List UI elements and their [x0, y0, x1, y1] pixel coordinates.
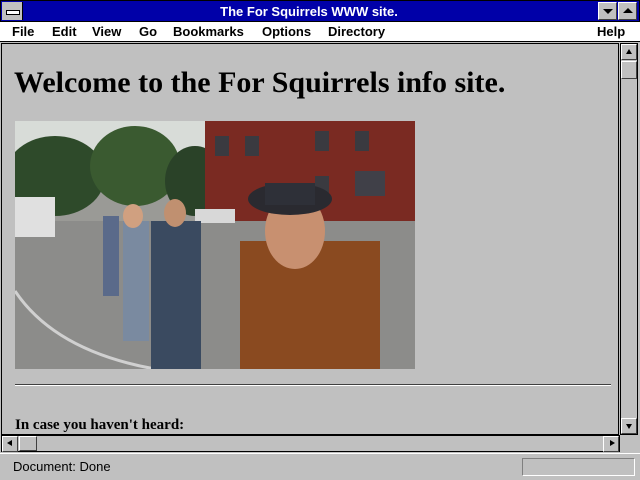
- menu-go[interactable]: Go: [139, 23, 157, 40]
- minimize-icon: [603, 9, 613, 14]
- scroll-down-button[interactable]: [621, 418, 637, 434]
- progress-indicator: [522, 458, 635, 476]
- scroll-right-button[interactable]: [603, 436, 619, 452]
- arrow-down-icon: [626, 424, 632, 429]
- menu-options[interactable]: Options: [262, 23, 311, 40]
- title-bar: The For Squirrels WWW site.: [0, 0, 640, 22]
- arrow-right-icon: [610, 440, 615, 446]
- horizontal-scrollbar[interactable]: [1, 435, 620, 452]
- page-content: Welcome to the For Squirrels info site.: [1, 43, 619, 435]
- system-menu-button[interactable]: [2, 2, 23, 20]
- system-menu-icon: [6, 10, 20, 15]
- band-photo-image: [15, 121, 415, 369]
- scroll-up-button[interactable]: [621, 44, 637, 60]
- horizontal-scroll-thumb[interactable]: [19, 436, 37, 451]
- maximize-icon: [623, 8, 633, 13]
- minimize-button[interactable]: [598, 2, 617, 20]
- band-photo: [15, 121, 415, 369]
- status-bar: Document: Done: [0, 453, 640, 480]
- scroll-left-button[interactable]: [2, 436, 18, 452]
- section-heading: In case you haven't heard:: [15, 417, 185, 433]
- status-text: Document: Done: [13, 459, 111, 474]
- vertical-scrollbar[interactable]: [620, 43, 638, 435]
- page-title: Welcome to the For Squirrels info site.: [14, 66, 506, 99]
- arrow-up-icon: [626, 49, 632, 54]
- menu-file[interactable]: File: [12, 23, 34, 40]
- arrow-left-icon: [7, 440, 12, 446]
- scrollbar-corner: [620, 435, 638, 452]
- menu-view[interactable]: View: [92, 23, 121, 40]
- maximize-button[interactable]: [618, 2, 637, 20]
- menu-bar: File Edit View Go Bookmarks Options Dire…: [0, 22, 640, 42]
- menu-edit[interactable]: Edit: [52, 23, 77, 40]
- vertical-scroll-thumb[interactable]: [621, 61, 637, 79]
- menu-directory[interactable]: Directory: [328, 23, 385, 40]
- horizontal-rule: [15, 384, 611, 386]
- window-title: The For Squirrels WWW site.: [220, 4, 398, 19]
- menu-help[interactable]: Help: [597, 23, 625, 40]
- menu-bookmarks[interactable]: Bookmarks: [173, 23, 244, 40]
